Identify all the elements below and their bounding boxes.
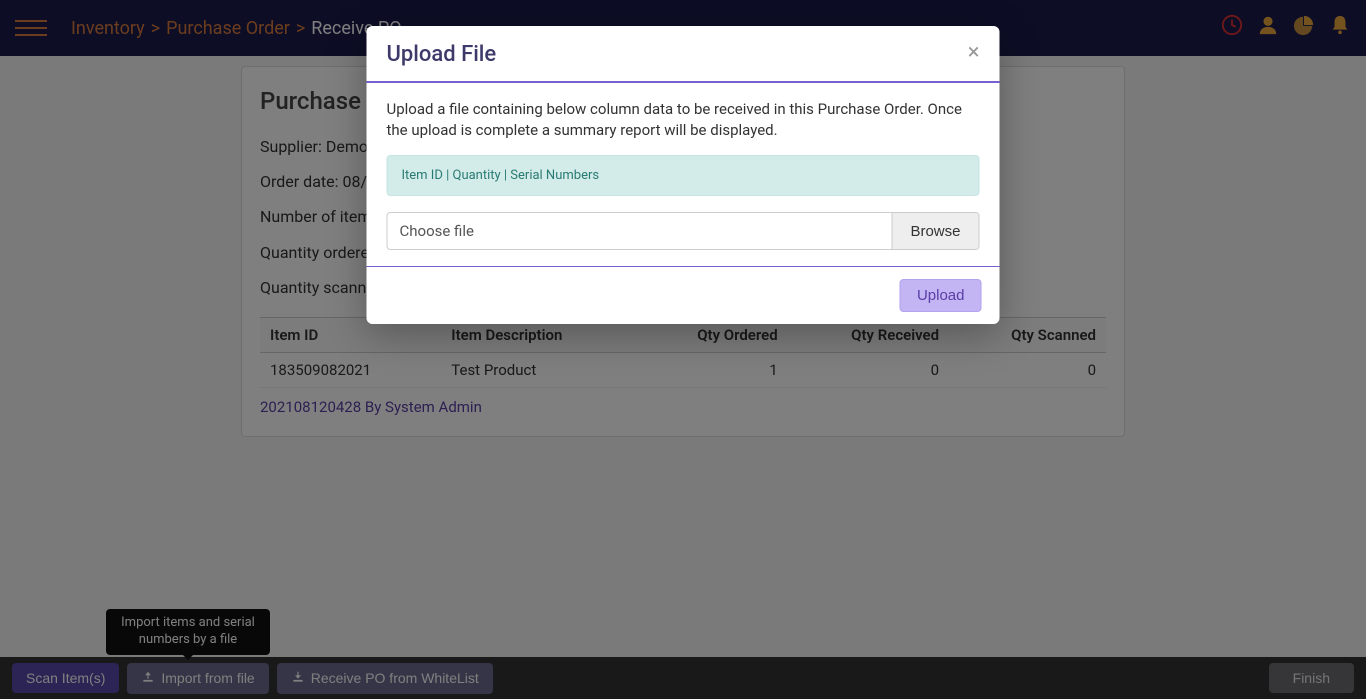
file-input-row: Choose file Browse — [387, 212, 980, 250]
modal-title: Upload File — [387, 42, 497, 67]
close-icon[interactable]: × — [968, 42, 980, 64]
modal-footer: Upload — [367, 266, 1000, 324]
upload-file-modal: Upload File × Upload a file containing b… — [367, 26, 1000, 324]
file-input[interactable]: Choose file — [388, 213, 892, 249]
upload-button[interactable]: Upload — [900, 279, 982, 312]
modal-body: Upload a file containing below column da… — [367, 83, 1000, 266]
modal-header: Upload File × — [367, 26, 1000, 83]
columns-hint: Item ID | Quantity | Serial Numbers — [387, 155, 980, 196]
browse-button[interactable]: Browse — [891, 213, 978, 249]
modal-description: Upload a file containing below column da… — [387, 99, 980, 141]
